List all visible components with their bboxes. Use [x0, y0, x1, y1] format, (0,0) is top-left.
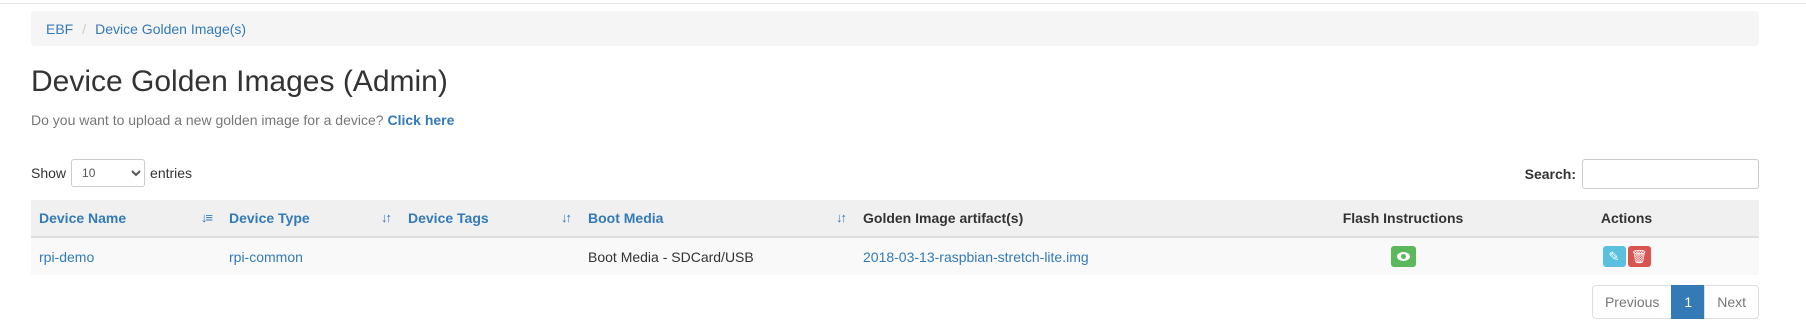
column-header-artifact: Golden Image artifact(s) [855, 200, 1312, 238]
pagination: Previous 1 Next [1591, 285, 1759, 319]
breadcrumb-item-ebf[interactable]: EBF [46, 21, 73, 37]
search-label: Search: [1524, 166, 1576, 182]
search-control: Search: [1525, 159, 1759, 189]
next-page-button[interactable]: Next [1704, 285, 1759, 319]
pencil-icon: ✎ [1608, 249, 1620, 264]
upload-prompt-text: Do you want to upload a new golden image… [31, 112, 384, 128]
upload-prompt: Do you want to upload a new golden image… [31, 111, 454, 129]
view-flash-instructions-button[interactable] [1390, 246, 1416, 267]
sort-icon: ↓↑ [561, 210, 572, 225]
golden-images-table: Device Name ↓≡ Device Type ↓↑ Device Tag… [31, 200, 1759, 275]
cell-flash-instructions [1312, 237, 1494, 275]
cell-boot-media: Boot Media - SDCard/USB [588, 248, 754, 265]
trash-icon: 🗑 [1630, 249, 1648, 264]
device-type-link[interactable]: rpi-common [229, 249, 303, 265]
cell-device-tags [400, 237, 580, 275]
column-header-device-tags[interactable]: Device Tags ↓↑ [400, 200, 580, 238]
sort-ascending-icon: ↓≡ [200, 210, 213, 225]
eye-pupil [1400, 254, 1406, 259]
column-header-device-type[interactable]: Device Type ↓↑ [221, 200, 400, 238]
cell-device-name: rpi-demo [31, 237, 221, 275]
delete-button[interactable]: 🗑 [1627, 246, 1651, 267]
breadcrumb-separator: / [82, 20, 87, 37]
breadcrumb: EBF / Device Golden Image(s) [31, 11, 1759, 46]
top-border [0, 0, 1806, 4]
entries-length-control: Show 10 entries [31, 159, 192, 187]
breadcrumb-item-golden-images[interactable]: Device Golden Image(s) [95, 21, 246, 37]
entries-label: entries [150, 165, 193, 181]
column-header-flash-instructions: Flash Instructions [1312, 200, 1494, 238]
column-header-device-name[interactable]: Device Name ↓≡ [31, 200, 221, 238]
page-1-button[interactable]: 1 [1671, 285, 1706, 319]
search-input[interactable] [1582, 159, 1759, 189]
table-header-row: Device Name ↓≡ Device Type ↓↑ Device Tag… [31, 200, 1759, 238]
edit-button[interactable]: ✎ [1602, 246, 1626, 267]
upload-link[interactable]: Click here [387, 112, 454, 128]
column-header-actions: Actions [1494, 200, 1759, 238]
cell-device-type: rpi-common [221, 237, 400, 275]
show-label: Show [31, 165, 67, 181]
column-header-boot-media[interactable]: Boot Media ↓↑ [580, 200, 855, 238]
sort-icon: ↓↑ [836, 210, 847, 225]
artifact-link[interactable]: 2018-03-13-raspbian-stretch-lite.img [863, 249, 1089, 265]
page-title: Device Golden Images (Admin) [31, 65, 448, 98]
entries-select[interactable]: 10 [71, 159, 146, 187]
cell-artifact: 2018-03-13-raspbian-stretch-lite.img [855, 237, 1312, 275]
device-name-link[interactable]: rpi-demo [39, 249, 94, 265]
previous-page-button[interactable]: Previous [1591, 285, 1673, 319]
sort-icon: ↓↑ [381, 210, 392, 225]
table-row: rpi-demo rpi-common Boot Media - SDCard/… [31, 237, 1759, 275]
cell-actions: ✎ 🗑 [1494, 237, 1759, 275]
